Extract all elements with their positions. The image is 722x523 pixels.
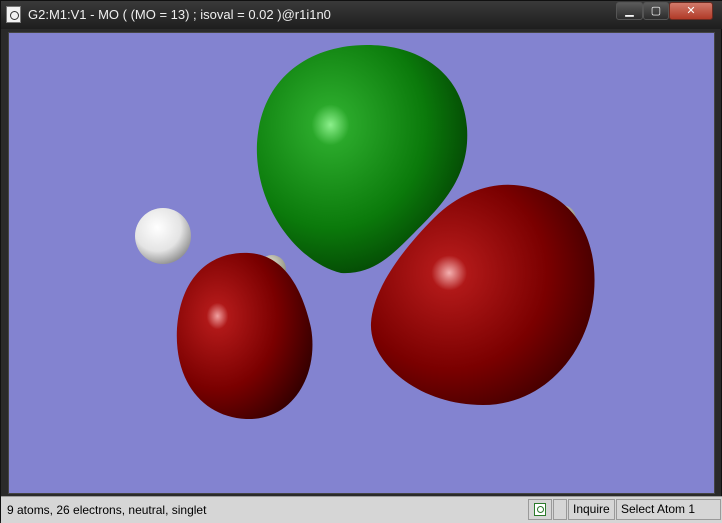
title-bar[interactable]: G2:M1:V1 - MO ( (MO = 13) ; isoval = 0.0…: [1, 1, 722, 29]
hydrogen-atom[interactable]: [135, 208, 191, 264]
status-bar: 9 atoms, 26 electrons, neutral, singlet …: [1, 496, 722, 523]
status-icon-cell[interactable]: [528, 499, 552, 520]
window-document-icon: [6, 6, 21, 23]
action-indicator[interactable]: Select Atom 1: [616, 499, 721, 520]
molecule-viewport[interactable]: [8, 32, 715, 494]
orbital-lobe-negative-small: [176, 252, 313, 420]
gaussview-window: G2:M1:V1 - MO ( (MO = 13) ; isoval = 0.0…: [0, 0, 722, 523]
action-label: Select Atom 1: [621, 502, 696, 516]
document-molecule-icon: [534, 503, 546, 516]
orbital-scene: [135, 45, 595, 420]
maximize-icon: ▢: [650, 5, 662, 17]
status-spacer-cell: [553, 499, 567, 520]
molecule-info-text: 9 atoms, 26 electrons, neutral, singlet: [7, 503, 207, 517]
close-button[interactable]: ✕: [669, 2, 713, 20]
minimize-button[interactable]: ▁: [616, 2, 643, 20]
window-title: G2:M1:V1 - MO ( (MO = 13) ; isoval = 0.0…: [28, 7, 331, 22]
mode-indicator[interactable]: Inquire: [568, 499, 615, 520]
mode-label: Inquire: [573, 502, 610, 516]
minimize-icon: ▁: [625, 5, 634, 17]
close-icon: ✕: [686, 5, 696, 17]
maximize-button[interactable]: ▢: [643, 2, 669, 20]
